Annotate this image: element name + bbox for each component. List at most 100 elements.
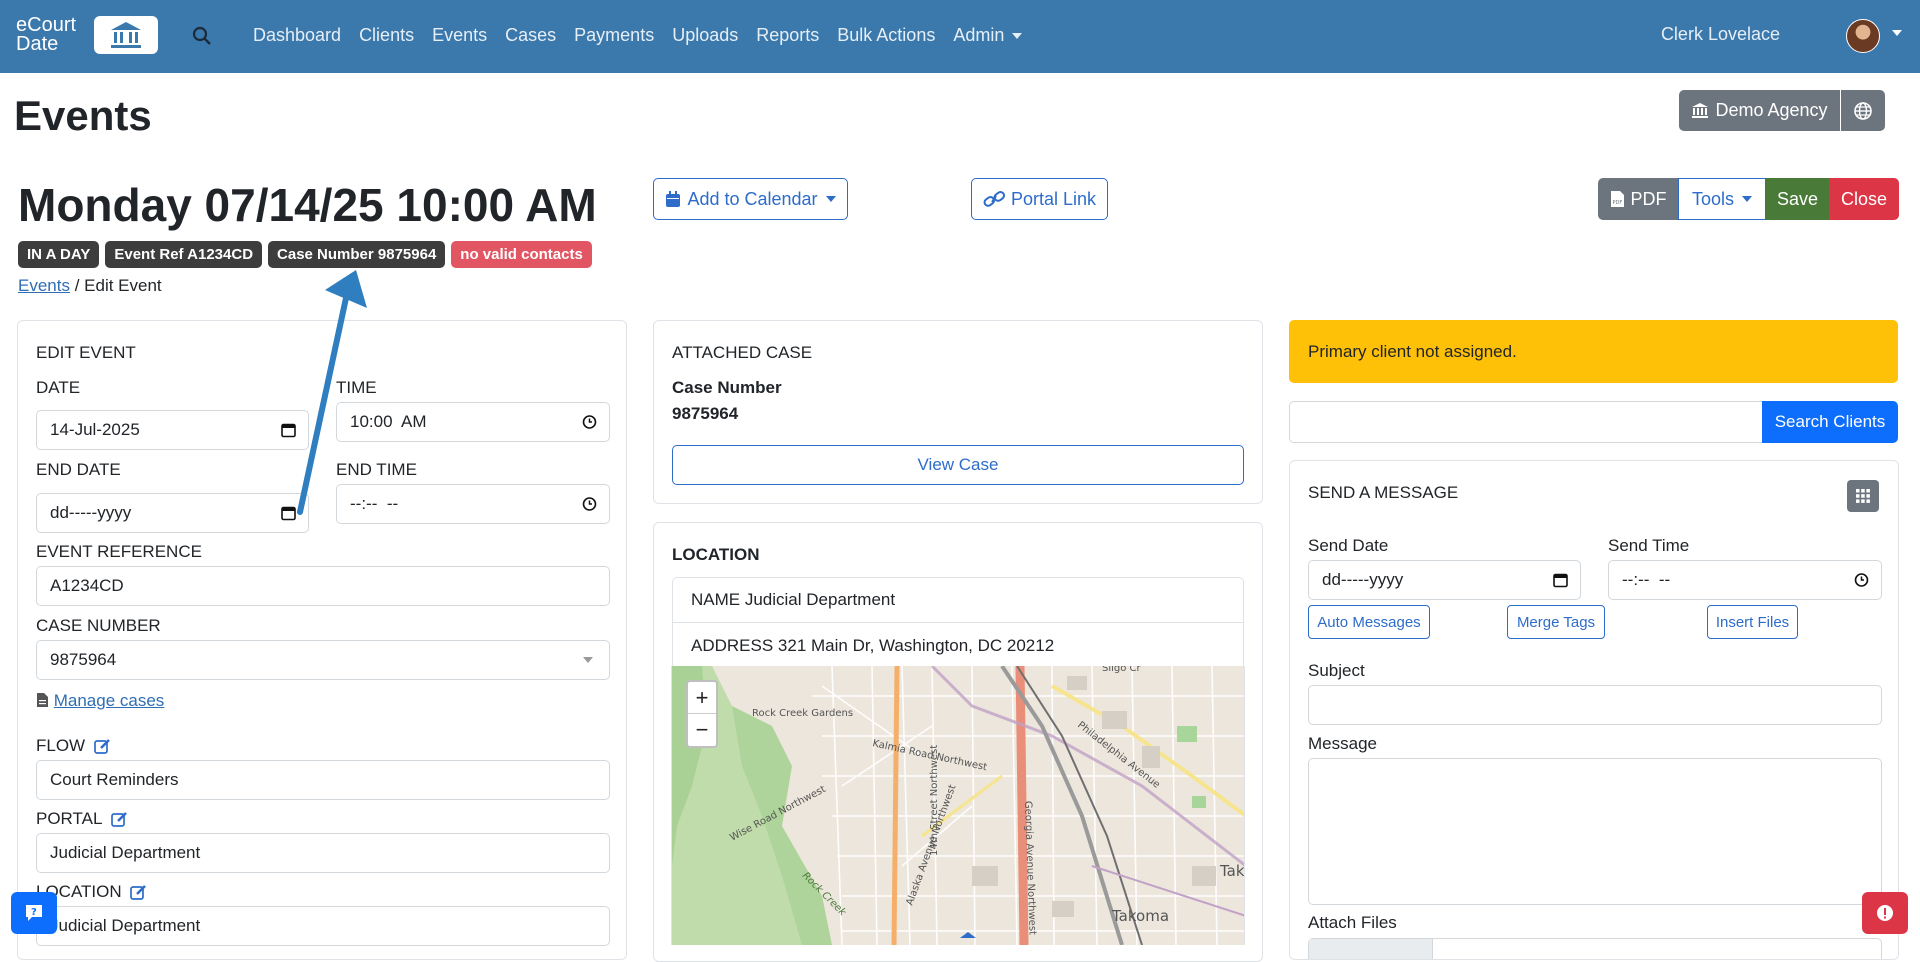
location-address: ADDRESS 321 Main Dr, Washington, DC 2021… bbox=[691, 635, 1055, 655]
breadcrumb-events-link[interactable]: Events bbox=[18, 276, 70, 295]
view-case-button[interactable]: View Case bbox=[672, 445, 1244, 485]
grid-menu-button[interactable] bbox=[1847, 480, 1879, 512]
globe-button[interactable] bbox=[1841, 90, 1885, 131]
event-badges: IN A DAY Event Ref A1234CD Case Number 9… bbox=[18, 241, 592, 268]
nav-cases[interactable]: Cases bbox=[505, 25, 556, 46]
edit-icon[interactable] bbox=[130, 884, 147, 901]
clock-icon[interactable] bbox=[1854, 573, 1869, 588]
add-to-calendar-label: Add to Calendar bbox=[687, 188, 818, 209]
pdf-label: PDF bbox=[1630, 188, 1667, 209]
subject-input[interactable] bbox=[1308, 685, 1882, 725]
clock-icon[interactable] bbox=[582, 497, 597, 512]
time-label: TIME bbox=[336, 378, 377, 397]
location-name: NAME Judicial Department bbox=[673, 578, 1243, 623]
end-time-input[interactable]: --:-- -- bbox=[336, 484, 610, 524]
view-case-label: View Case bbox=[917, 455, 999, 474]
map-label: Takoma bbox=[1111, 907, 1169, 925]
chevron-down-icon[interactable] bbox=[1892, 30, 1902, 36]
auto-messages-button[interactable]: Auto Messages bbox=[1308, 605, 1430, 639]
logo-text: eCourt Date bbox=[16, 15, 76, 55]
exclamation-circle-icon bbox=[1877, 905, 1893, 921]
send-date-input[interactable]: dd-----yyyy bbox=[1308, 560, 1581, 600]
grid-icon bbox=[1856, 489, 1870, 503]
calendar-icon[interactable] bbox=[281, 423, 296, 438]
nav-clients[interactable]: Clients bbox=[359, 25, 414, 46]
date-input[interactable]: 14-Jul-2025 bbox=[36, 410, 309, 450]
clock-icon[interactable] bbox=[582, 415, 597, 430]
event-ref-badge: Event Ref A1234CD bbox=[105, 241, 263, 268]
flow-input[interactable]: Court Reminders bbox=[36, 760, 610, 800]
send-message-heading: SEND A MESSAGE bbox=[1308, 483, 1459, 502]
help-chat-button[interactable]: ? bbox=[11, 892, 57, 934]
calendar-icon[interactable] bbox=[1553, 573, 1568, 588]
location-input[interactable]: Judicial Department bbox=[36, 906, 610, 946]
app-logo[interactable]: eCourt Date bbox=[16, 15, 158, 56]
calendar-icon[interactable] bbox=[281, 506, 296, 521]
portal-link-button[interactable]: Portal Link bbox=[971, 178, 1108, 220]
nav-uploads[interactable]: Uploads bbox=[672, 25, 738, 46]
tools-dropdown[interactable]: Tools bbox=[1678, 178, 1766, 220]
portal-input[interactable]: Judicial Department bbox=[36, 833, 610, 873]
end-date-input[interactable]: dd-----yyyy bbox=[36, 493, 309, 533]
map-label: Tak bbox=[1219, 862, 1245, 880]
road bbox=[891, 666, 900, 945]
location-map[interactable]: Rock Creek Gardens Kalmia Road Northwest… bbox=[671, 666, 1245, 945]
globe-icon bbox=[1854, 101, 1872, 120]
attached-case-card: ATTACHED CASE Case Number 9875964 View C… bbox=[653, 320, 1263, 504]
zoom-out-button[interactable]: − bbox=[688, 714, 716, 746]
location-heading: LOCATION bbox=[672, 545, 760, 564]
time-input[interactable]: 10:00 AM bbox=[336, 402, 610, 442]
case-number-badge: Case Number 9875964 bbox=[268, 241, 446, 268]
choose-file-button[interactable] bbox=[1309, 939, 1433, 959]
nav-bulk-actions[interactable]: Bulk Actions bbox=[837, 25, 935, 46]
insert-files-button[interactable]: Insert Files bbox=[1707, 605, 1798, 639]
portal-label: PORTAL bbox=[36, 809, 128, 829]
pdf-button[interactable]: PDF PDF bbox=[1598, 178, 1678, 220]
edit-icon[interactable] bbox=[110, 811, 128, 828]
search-icon[interactable] bbox=[192, 26, 212, 51]
edit-icon[interactable] bbox=[93, 738, 111, 755]
search-clients-button[interactable]: Search Clients bbox=[1762, 401, 1898, 443]
manage-cases-label: Manage cases bbox=[53, 691, 165, 710]
portal-value: Judicial Department bbox=[50, 843, 201, 862]
case-number-label: CASE NUMBER bbox=[36, 616, 161, 635]
save-button[interactable]: Save bbox=[1766, 178, 1829, 220]
manage-cases-link[interactable]: Manage cases bbox=[36, 691, 164, 711]
attach-files-input[interactable] bbox=[1308, 938, 1882, 959]
alert-button[interactable] bbox=[1862, 892, 1908, 934]
attached-case-number: 9875964 bbox=[672, 404, 739, 423]
nav-admin-dropdown[interactable]: Admin bbox=[953, 25, 1023, 46]
send-time-input[interactable]: --:-- -- bbox=[1608, 560, 1882, 600]
logo-line2: Date bbox=[16, 33, 59, 55]
end-date-value: dd-----yyyy bbox=[50, 503, 132, 522]
portal-link-label: Portal Link bbox=[1010, 188, 1097, 209]
pdf-file-icon: PDF bbox=[1610, 191, 1624, 207]
file-icon bbox=[37, 693, 48, 707]
close-button[interactable]: Close bbox=[1829, 178, 1899, 220]
tools-label: Tools bbox=[1691, 188, 1735, 209]
nav-events[interactable]: Events bbox=[432, 25, 487, 46]
case-number-select[interactable]: 9875964 bbox=[36, 640, 610, 680]
date-label: DATE bbox=[36, 378, 81, 397]
message-textarea[interactable] bbox=[1308, 758, 1882, 905]
primary-client-alert: Primary client not assigned. bbox=[1289, 320, 1898, 383]
close-label: Close bbox=[1840, 188, 1888, 209]
nav-payments[interactable]: Payments bbox=[574, 25, 654, 46]
agency-button[interactable]: Demo Agency bbox=[1679, 90, 1840, 131]
nav-dashboard[interactable]: Dashboard bbox=[253, 25, 341, 46]
send-time-value: --:-- -- bbox=[1622, 570, 1671, 589]
client-search-input[interactable] bbox=[1289, 401, 1763, 443]
location-details: NAME Judicial Department ADDRESS 321 Mai… bbox=[672, 577, 1244, 669]
merge-tags-button[interactable]: Merge Tags bbox=[1507, 605, 1605, 639]
nav-reports[interactable]: Reports bbox=[756, 25, 819, 46]
map-tiles: Rock Creek Gardens Kalmia Road Northwest… bbox=[672, 666, 1245, 945]
add-to-calendar-button[interactable]: Add to Calendar bbox=[653, 178, 848, 220]
zoom-in-button[interactable]: + bbox=[688, 682, 716, 714]
event-reference-input[interactable]: A1234CD bbox=[36, 566, 610, 606]
avatar[interactable] bbox=[1846, 19, 1880, 53]
send-date-label: Send Date bbox=[1308, 536, 1389, 555]
save-label: Save bbox=[1776, 188, 1819, 209]
user-name[interactable]: Clerk Lovelace bbox=[1661, 24, 1780, 45]
send-time-label: Send Time bbox=[1608, 536, 1690, 555]
svg-text:PDF: PDF bbox=[1612, 200, 1622, 206]
